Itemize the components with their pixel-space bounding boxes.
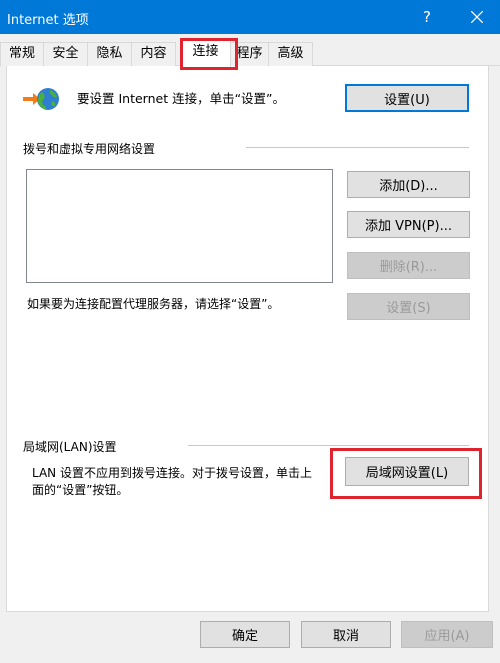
add-vpn-button[interactable]: 添加 VPN(P)... xyxy=(347,211,470,238)
dialup-section-heading: 拨号和虚拟专用网络设置 xyxy=(23,142,156,156)
title-bar: Internet 选项 ? xyxy=(0,0,500,34)
internet-globe-icon xyxy=(23,88,59,110)
lan-divider xyxy=(188,445,469,446)
setup-button[interactable]: 设置(U) xyxy=(345,84,469,112)
tab-general[interactable]: 常规 xyxy=(0,42,44,66)
tab-security[interactable]: 安全 xyxy=(43,42,88,66)
proxy-instruction: 如果要为连接配置代理服务器，请选择“设置”。 xyxy=(27,297,280,311)
ok-button[interactable]: 确定 xyxy=(200,621,290,648)
dialup-divider xyxy=(246,147,469,148)
lan-info-line2: 面的“设置”按钮。 xyxy=(32,483,129,497)
connections-listbox[interactable] xyxy=(26,169,333,283)
setup-instruction: 要设置 Internet 连接，单击“设置”。 xyxy=(77,91,286,106)
cancel-button[interactable]: 取消 xyxy=(301,621,391,648)
window-title: Internet 选项 xyxy=(7,13,89,28)
tab-advanced[interactable]: 高级 xyxy=(268,42,313,66)
tab-highlight-box xyxy=(180,38,238,70)
add-button[interactable]: 添加(D)... xyxy=(347,171,470,198)
lan-section-heading: 局域网(LAN)设置 xyxy=(23,440,117,454)
dialup-settings-button[interactable]: 设置(S) xyxy=(347,293,470,320)
tab-content[interactable]: 内容 xyxy=(131,42,176,66)
apply-button[interactable]: 应用(A) xyxy=(401,621,493,648)
close-button[interactable] xyxy=(454,0,500,34)
lan-highlight-box xyxy=(330,448,482,499)
tab-privacy[interactable]: 隐私 xyxy=(87,42,132,66)
tab-strip: 常规 安全 隐私 内容 连接 程序 高级 xyxy=(0,36,500,67)
help-button[interactable]: ? xyxy=(404,0,450,34)
delete-button[interactable]: 删除(R)... xyxy=(347,252,470,279)
close-icon xyxy=(471,11,483,23)
lan-info-line1: LAN 设置不应用到拨号连接。对于拨号设置，单击上 xyxy=(32,466,312,480)
